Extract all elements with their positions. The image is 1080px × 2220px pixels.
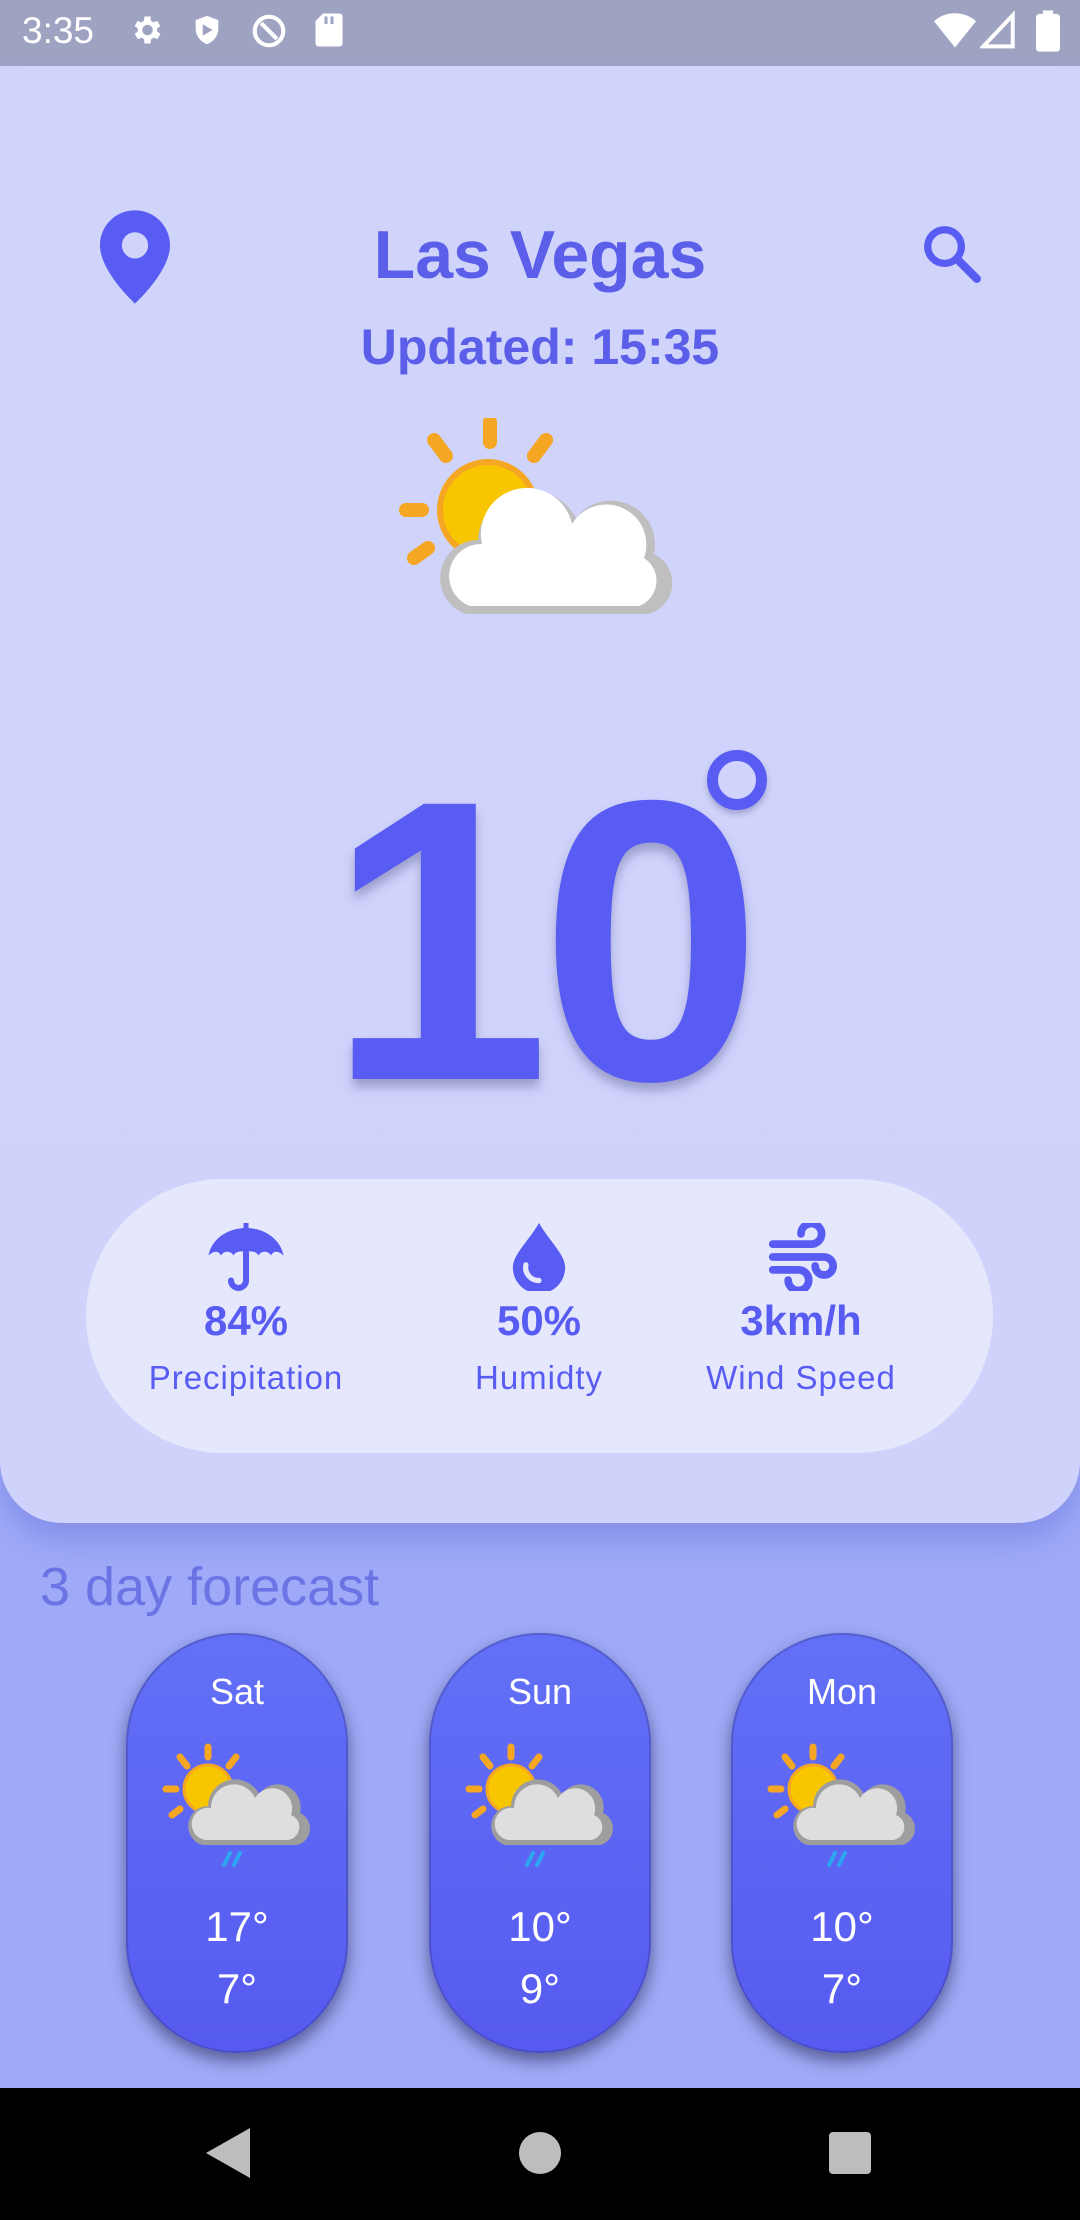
forecast-high: 17° xyxy=(205,1903,269,1950)
at-sign-icon xyxy=(252,14,286,48)
partly-cloudy-rain-icon xyxy=(465,1743,613,1867)
forecast-day: Sun xyxy=(507,1671,573,1712)
forecast-day: Sat xyxy=(209,1671,265,1712)
city-name: Las Vegas xyxy=(373,217,707,293)
forecast-high: 10° xyxy=(810,1903,874,1950)
humidity-label: Humidty xyxy=(474,1359,604,1396)
water-drop-icon xyxy=(512,1223,566,1291)
stat-humidity: 50% Humidty xyxy=(389,1179,689,1453)
forecast-low: 9° xyxy=(519,1965,561,2012)
current-weather-card: Las Vegas Updated: 15:35 10 84% Precipit… xyxy=(0,66,1080,1523)
signal-icon xyxy=(980,10,1015,49)
back-icon[interactable] xyxy=(206,2128,250,2178)
search-icon[interactable] xyxy=(920,222,982,284)
precipitation-value: 84% xyxy=(203,1297,289,1344)
battery-icon xyxy=(1036,10,1060,52)
forecast-card-mon[interactable]: Mon 10° 7° xyxy=(731,1633,953,2053)
partly-cloudy-icon xyxy=(399,418,673,614)
status-time: 3:35 xyxy=(22,10,95,51)
weather-stats: 84% Precipitation 50% Humidty 3km/h Wind… xyxy=(86,1179,993,1453)
partly-cloudy-rain-icon xyxy=(162,1743,310,1867)
stat-wind: 3km/h Wind Speed xyxy=(651,1179,951,1453)
gear-icon xyxy=(134,16,161,44)
wind-icon xyxy=(768,1223,837,1291)
forecast-low: 7° xyxy=(216,1965,258,2012)
precipitation-label: Precipitation xyxy=(148,1359,344,1396)
forecast-card-sat[interactable]: Sat 17° 7° xyxy=(126,1633,348,2053)
wind-label: Wind Speed xyxy=(706,1359,896,1396)
forecast-card-sun[interactable]: Sun 10° 9° xyxy=(429,1633,651,2053)
degree-symbol xyxy=(707,750,767,810)
stat-precipitation: 84% Precipitation xyxy=(96,1179,396,1453)
forecast-title: 3 day forecast xyxy=(40,1557,380,1617)
current-temperature: 10 xyxy=(327,717,763,1164)
humidity-value: 50% xyxy=(496,1297,582,1344)
home-icon[interactable] xyxy=(519,2132,561,2174)
recents-icon[interactable] xyxy=(829,2132,871,2174)
partly-cloudy-rain-icon xyxy=(767,1743,915,1867)
umbrella-icon xyxy=(208,1223,284,1291)
forecast-day: Mon xyxy=(806,1671,878,1712)
sd-card-icon xyxy=(315,13,343,47)
shield-icon xyxy=(195,15,219,45)
wind-value: 3km/h xyxy=(740,1297,862,1344)
wifi-icon xyxy=(934,13,976,48)
status-bar: 3:35 xyxy=(0,0,1080,66)
updated-time: Updated: 15:35 xyxy=(360,319,720,375)
navigation-bar xyxy=(0,2088,1080,2220)
forecast-low: 7° xyxy=(821,1965,863,2012)
forecast-high: 10° xyxy=(508,1903,572,1950)
